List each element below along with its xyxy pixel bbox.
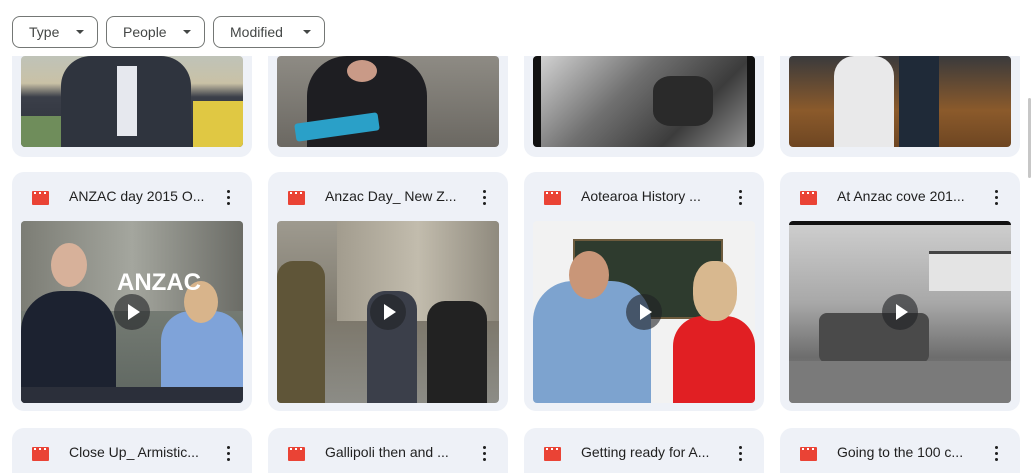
play-icon[interactable] [370, 294, 406, 330]
scrollbar[interactable] [1028, 98, 1031, 178]
people-filter-chip[interactable]: People [106, 16, 205, 48]
thumbnail-face [693, 261, 737, 321]
thumbnail-flowers [193, 101, 243, 147]
type-filter-chip[interactable]: Type [12, 16, 98, 48]
video-card[interactable] [12, 40, 252, 157]
thumbnail-shape [653, 76, 713, 126]
card-title: Gallipoli then and ... [325, 444, 449, 460]
card-title: Anzac Day_ New Z... [325, 188, 457, 204]
dropdown-caret-icon [303, 30, 311, 34]
video-thumbnail[interactable] [533, 56, 755, 147]
video-card[interactable]: ANZAC day 2015 O... ANZAC [12, 172, 252, 411]
more-vert-icon[interactable] [217, 185, 239, 209]
video-file-icon [288, 191, 305, 205]
video-file-icon [800, 191, 817, 205]
thumbnail-crowd [427, 301, 487, 403]
people-filter-label: People [123, 24, 167, 40]
video-card[interactable] [268, 40, 508, 157]
video-card[interactable]: Close Up_ Armistic... [12, 428, 252, 473]
video-card[interactable]: Aotearoa History ... [524, 172, 764, 411]
video-thumbnail[interactable]: ANZAC [21, 221, 243, 403]
card-header: Gallipoli then and ... [268, 428, 508, 473]
video-file-icon [800, 447, 817, 461]
thumbnail-figure-white [834, 56, 894, 147]
video-file-icon [544, 191, 561, 205]
more-vert-icon[interactable] [729, 185, 751, 209]
video-file-icon [32, 191, 49, 205]
dropdown-caret-icon [183, 30, 191, 34]
play-icon[interactable] [882, 294, 918, 330]
thumbnail-grass [21, 116, 61, 147]
video-thumbnail[interactable] [277, 221, 499, 403]
thumbnail-face [569, 251, 609, 299]
card-title: At Anzac cove 201... [837, 188, 965, 204]
thumbnail-face [51, 243, 87, 287]
video-card[interactable] [780, 40, 1020, 157]
thumbnail-figure-dark [899, 56, 939, 147]
video-thumbnail[interactable] [277, 56, 499, 147]
card-header: Anzac Day_ New Z... [268, 172, 508, 220]
thumbnail-ship [929, 251, 1011, 291]
type-filter-label: Type [29, 24, 60, 40]
video-thumbnail[interactable] [789, 221, 1011, 403]
play-icon[interactable] [626, 294, 662, 330]
card-title: Getting ready for A... [581, 444, 710, 460]
video-file-icon [544, 447, 561, 461]
more-vert-icon[interactable] [985, 185, 1007, 209]
thumbnail-border [747, 56, 755, 147]
more-vert-icon[interactable] [473, 441, 495, 465]
card-header: Aotearoa History ... [524, 172, 764, 220]
thumbnail-border [789, 221, 1011, 225]
thumbnail-soldier [277, 261, 325, 403]
thumbnail-presenter-female [673, 316, 755, 403]
card-title: Close Up_ Armistic... [69, 444, 199, 460]
card-header: Going to the 100 c... [780, 428, 1020, 473]
video-card[interactable]: At Anzac cove 201... [780, 172, 1020, 411]
video-thumbnail[interactable] [533, 221, 755, 403]
more-vert-icon[interactable] [217, 441, 239, 465]
card-title: ANZAC day 2015 O... [69, 188, 205, 204]
more-vert-icon[interactable] [985, 441, 1007, 465]
more-vert-icon[interactable] [729, 441, 751, 465]
card-title: Going to the 100 c... [837, 444, 964, 460]
video-card[interactable]: Going to the 100 c... [780, 428, 1020, 473]
card-title: Aotearoa History ... [581, 188, 701, 204]
card-header: Getting ready for A... [524, 428, 764, 473]
card-header: At Anzac cove 201... [780, 172, 1020, 220]
dropdown-caret-icon [76, 30, 84, 34]
video-file-icon [288, 447, 305, 461]
thumbnail-face [347, 60, 377, 82]
play-icon[interactable] [114, 294, 150, 330]
more-vert-icon[interactable] [473, 185, 495, 209]
thumbnail-shirt [117, 66, 137, 136]
thumbnail-water [789, 361, 1011, 403]
video-thumbnail[interactable] [21, 56, 243, 147]
card-header: ANZAC day 2015 O... [12, 172, 252, 220]
video-card[interactable] [524, 40, 764, 157]
thumbnail-border [533, 56, 541, 147]
video-file-icon [32, 447, 49, 461]
modified-filter-chip[interactable]: Modified [213, 16, 325, 48]
modified-filter-label: Modified [230, 24, 283, 40]
video-card[interactable]: Getting ready for A... [524, 428, 764, 473]
video-card[interactable]: Gallipoli then and ... [268, 428, 508, 473]
thumbnail-desk [21, 387, 243, 403]
thumbnail-overlay-text: ANZAC [117, 269, 201, 296]
card-header: Close Up_ Armistic... [12, 428, 252, 473]
video-thumbnail[interactable] [789, 56, 1011, 147]
file-grid: ANZAC day 2015 O... ANZAC Anzac Day_ New… [0, 0, 1032, 473]
video-card[interactable]: Anzac Day_ New Z... [268, 172, 508, 411]
filter-bar: Type People Modified [0, 0, 1032, 56]
